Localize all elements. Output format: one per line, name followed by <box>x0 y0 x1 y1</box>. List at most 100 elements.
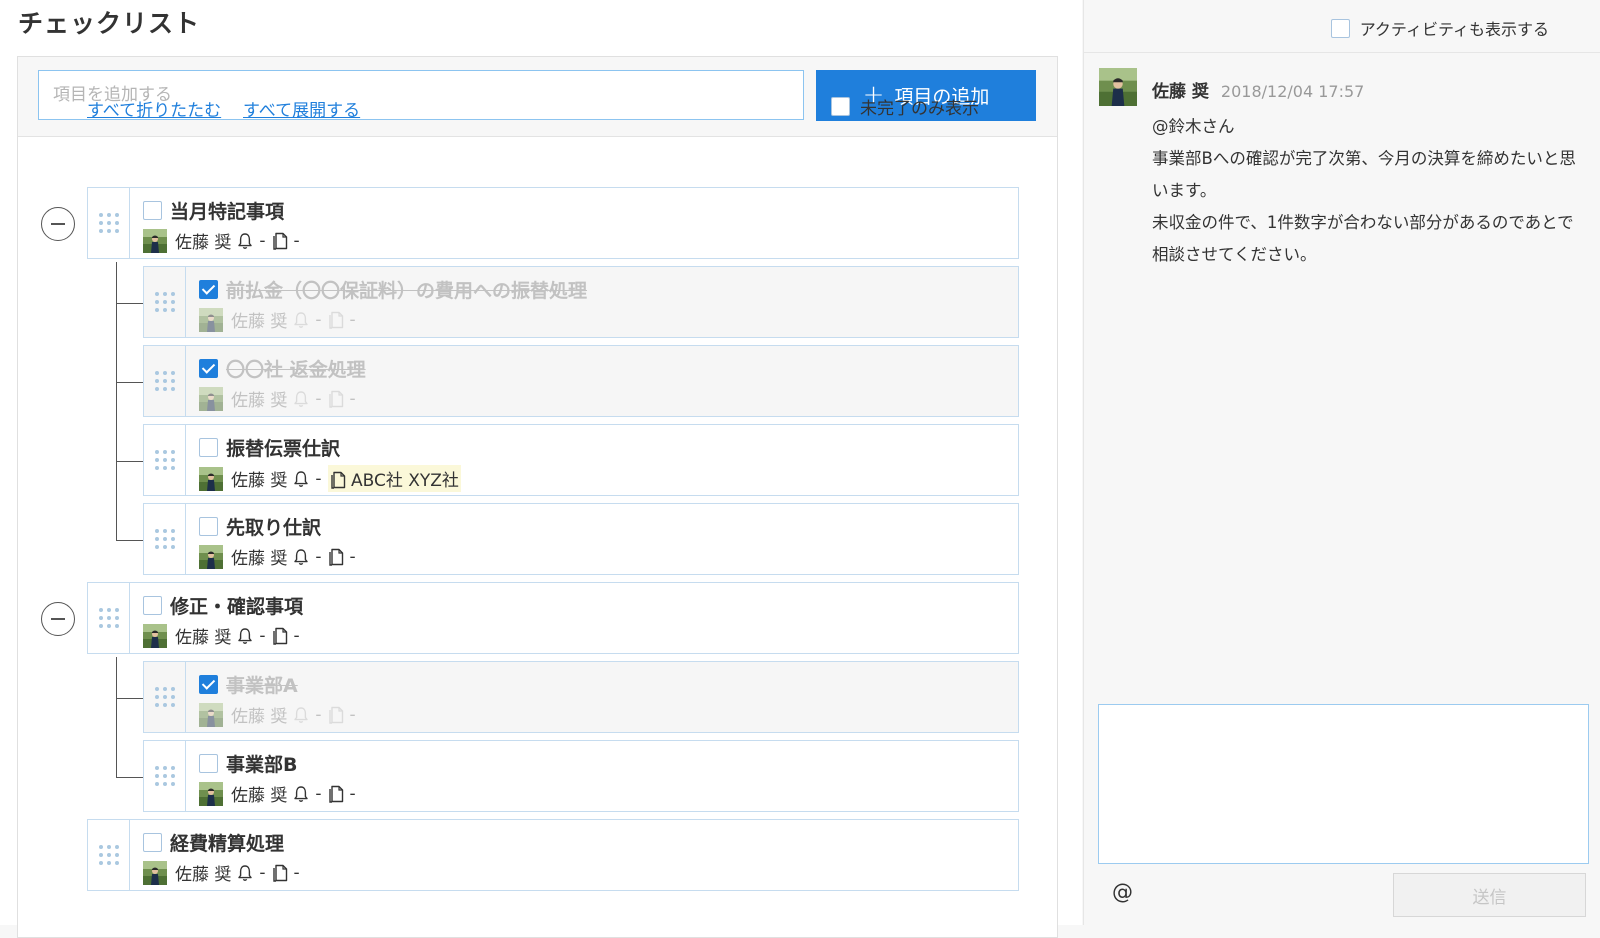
bell-icon[interactable] <box>293 390 309 408</box>
attachment-icon[interactable] <box>272 232 288 250</box>
activity-header: アクティビティも表示する <box>1084 0 1600 53</box>
bell-icon[interactable] <box>293 706 309 724</box>
checklist-item: 〇〇社 返金処理 佐藤 奨 - - <box>143 345 1019 417</box>
item-assignee[interactable]: 佐藤 奨 <box>231 544 287 569</box>
show-activity-checkbox[interactable] <box>1330 18 1350 38</box>
mention-button[interactable]: @ <box>1112 880 1133 904</box>
tree-connector <box>116 540 143 541</box>
item-title[interactable]: 修正・確認事項 <box>170 592 303 619</box>
item-checkbox[interactable] <box>199 675 218 694</box>
tree-connector <box>116 698 143 699</box>
item-reminder: - <box>315 388 322 409</box>
drag-handle-icon[interactable] <box>88 188 130 258</box>
item-assignee[interactable]: 佐藤 奨 <box>175 623 231 648</box>
checklist-item: 修正・確認事項 佐藤 奨 - - <box>87 582 1019 654</box>
comment-header: 佐藤 奨 2018/12/04 17:57 <box>1152 77 1364 102</box>
bell-icon[interactable] <box>293 311 309 329</box>
item-assignee[interactable]: 佐藤 奨 <box>231 307 287 332</box>
drag-handle-icon[interactable] <box>88 820 130 890</box>
item-checkbox[interactable] <box>143 201 162 220</box>
item-checkbox[interactable] <box>199 280 218 299</box>
item-assignee[interactable]: 佐藤 奨 <box>231 702 287 727</box>
comment-body: @鈴木さん 事業部Bへの確認が完了次第、今月の決算を締めたいと思います。 未収金… <box>1152 111 1588 271</box>
item-reminder: - <box>315 704 322 725</box>
tree-connector <box>116 382 143 383</box>
bell-icon[interactable] <box>293 548 309 566</box>
item-reminder: - <box>259 230 266 251</box>
attachment-icon[interactable] <box>328 390 344 408</box>
item-assignee[interactable]: 佐藤 奨 <box>231 466 287 491</box>
checklist-tree: 当月特記事項 佐藤 奨 - - 前払金（〇〇保証料）の費用への振替処理 佐藤 奨… <box>0 0 1082 925</box>
collapse-group-button[interactable] <box>41 602 75 636</box>
bell-icon[interactable] <box>237 864 253 882</box>
item-title[interactable]: 〇〇社 返金処理 <box>226 355 366 382</box>
checklist-item: 事業部B 佐藤 奨 - - <box>143 740 1019 812</box>
avatar <box>199 387 223 411</box>
comment-input[interactable] <box>1098 704 1589 864</box>
item-attachment: - <box>349 309 356 330</box>
attachment-icon[interactable] <box>328 785 344 803</box>
item-title[interactable]: 事業部B <box>226 750 297 777</box>
attachment-icon[interactable] <box>272 864 288 882</box>
comment-line: 事業部Bへの確認が完了次第、今月の決算を締めたいと思います。 <box>1152 149 1576 200</box>
item-attachment: - <box>293 862 300 883</box>
drag-handle-icon[interactable] <box>144 741 186 811</box>
drag-handle-icon[interactable] <box>88 583 130 653</box>
item-attachment: - <box>349 783 356 804</box>
item-title[interactable]: 経費精算処理 <box>170 829 284 856</box>
show-activity-label: アクティビティも表示する <box>1359 20 1549 39</box>
comment-timestamp: 2018/12/04 17:57 <box>1220 82 1365 101</box>
drag-handle-icon[interactable] <box>144 662 186 732</box>
drag-handle-icon[interactable] <box>144 504 186 574</box>
item-checkbox[interactable] <box>143 596 162 615</box>
item-assignee[interactable]: 佐藤 奨 <box>175 860 231 885</box>
item-title[interactable]: 前払金（〇〇保証料）の費用への振替処理 <box>226 276 587 303</box>
attachment-tag[interactable]: ABC社 XYZ社 <box>327 465 461 492</box>
item-checkbox[interactable] <box>199 359 218 378</box>
avatar <box>199 545 223 569</box>
bell-icon[interactable] <box>237 627 253 645</box>
item-attachment: - <box>293 230 300 251</box>
comment-author: 佐藤 奨 <box>1152 82 1209 102</box>
item-title[interactable]: 振替伝票仕訳 <box>226 434 340 461</box>
item-attachment: ABC社 XYZ社 <box>350 471 459 491</box>
item-reminder: - <box>259 625 266 646</box>
avatar <box>1098 68 1138 106</box>
checklist-item: 前払金（〇〇保証料）の費用への振替処理 佐藤 奨 - - <box>143 266 1019 338</box>
item-title[interactable]: 先取り仕訳 <box>226 513 321 540</box>
avatar <box>199 467 223 491</box>
item-checkbox[interactable] <box>199 438 218 457</box>
checklist-area: チェックリスト + 項目の追加 すべて折りたたむ すべて展開する 未完了のみ表示 <box>0 0 1082 938</box>
drag-handle-icon[interactable] <box>144 425 186 495</box>
tree-connector <box>116 303 143 304</box>
collapse-group-button[interactable] <box>41 207 75 241</box>
item-checkbox[interactable] <box>199 517 218 536</box>
checklist-item: 経費精算処理 佐藤 奨 - - <box>87 819 1019 891</box>
item-title[interactable]: 当月特記事項 <box>170 197 284 224</box>
attachment-icon[interactable] <box>272 627 288 645</box>
attachment-icon[interactable] <box>330 471 346 489</box>
send-button[interactable]: 送信 <box>1393 873 1586 917</box>
item-assignee[interactable]: 佐藤 奨 <box>231 386 287 411</box>
item-attachment: - <box>349 388 356 409</box>
attachment-icon[interactable] <box>328 706 344 724</box>
drag-handle-icon[interactable] <box>144 346 186 416</box>
show-activity-toggle[interactable]: アクティビティも表示する <box>1330 16 1549 40</box>
activity-panel: アクティビティも表示する 佐藤 奨 2018/12/04 17:57 @鈴木さん… <box>1083 0 1600 925</box>
avatar <box>143 624 167 648</box>
item-title[interactable]: 事業部A <box>226 671 298 698</box>
item-reminder: - <box>315 309 322 330</box>
bell-icon[interactable] <box>293 470 309 488</box>
attachment-icon[interactable] <box>328 311 344 329</box>
item-assignee[interactable]: 佐藤 奨 <box>231 781 287 806</box>
item-checkbox[interactable] <box>143 833 162 852</box>
bell-icon[interactable] <box>237 232 253 250</box>
item-assignee[interactable]: 佐藤 奨 <box>175 228 231 253</box>
comment-line: @鈴木さん <box>1152 117 1235 136</box>
item-reminder: - <box>315 468 322 489</box>
bell-icon[interactable] <box>293 785 309 803</box>
attachment-icon[interactable] <box>328 548 344 566</box>
item-checkbox[interactable] <box>199 754 218 773</box>
drag-handle-icon[interactable] <box>144 267 186 337</box>
item-reminder: - <box>315 783 322 804</box>
